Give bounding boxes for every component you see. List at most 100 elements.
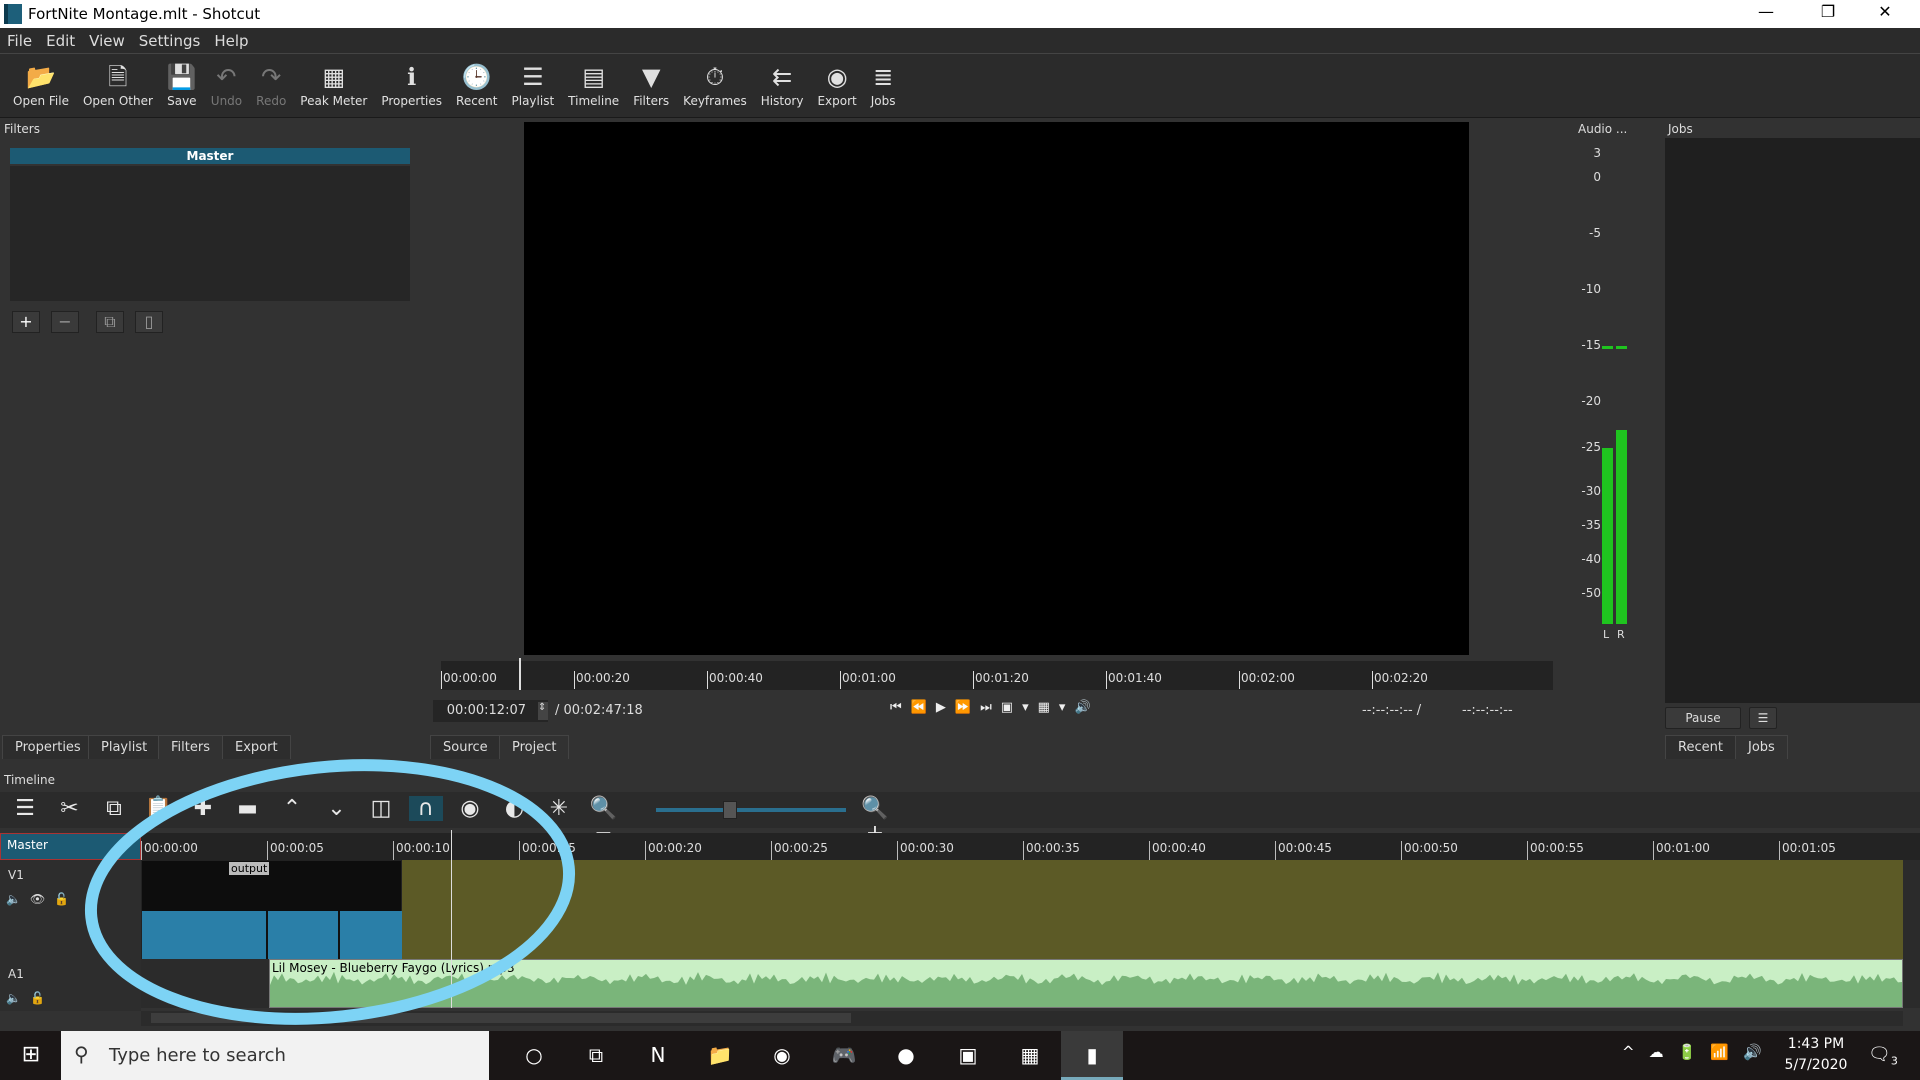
toolbar-history-button[interactable]: ⇇ History — [754, 54, 811, 117]
timeline-tool-0[interactable]: ☰ — [8, 796, 42, 821]
menu-file[interactable]: File — [0, 28, 39, 54]
taskbar-app-3[interactable]: 📁 — [689, 1031, 751, 1080]
tray-icon-3[interactable]: 📶 — [1710, 1043, 1729, 1061]
filters-list[interactable] — [10, 166, 410, 301]
timeline-ruler[interactable]: 00:00:00 00:00:05 00:00:10 00:00:15 00:00:20… — [141, 833, 1920, 860]
taskbar-app-7[interactable]: ▣ — [937, 1031, 999, 1080]
toolbar-properties-button[interactable]: ℹ Properties — [374, 54, 449, 117]
toolbar-redo-button[interactable]: ↷ Redo — [249, 54, 293, 117]
toolbar-save-button[interactable]: 💾 Save — [160, 54, 204, 117]
taskbar-app-1[interactable]: ⧉ — [565, 1031, 627, 1080]
menu-help[interactable]: Help — [207, 28, 255, 54]
close-button[interactable]: ✕ — [1862, 2, 1908, 26]
taskbar-app-8[interactable]: ▦ — [999, 1031, 1061, 1080]
transport-control-7[interactable]: ▦ — [1038, 700, 1050, 715]
timeline-tool-1[interactable]: ✂ — [53, 796, 87, 821]
add-filter-button[interactable]: + — [12, 311, 40, 333]
transport-control-8[interactable]: ▾ — [1059, 700, 1066, 715]
pause-jobs-button[interactable]: Pause — [1665, 707, 1741, 729]
transport-control-9[interactable]: 🔊 — [1074, 700, 1090, 715]
remove-filter-button[interactable]: − — [51, 311, 79, 333]
player-scrubber[interactable]: 00:00:00 00:00:20 00:00:40 00:01:00 00:01:20… — [441, 661, 1553, 690]
menu-edit[interactable]: Edit — [39, 28, 82, 54]
timeline-tool-11[interactable]: ◐ — [498, 796, 532, 821]
track-a1[interactable]: Lil Mosey - Blueberry Faygo (Lyrics).mp3 — [141, 959, 1903, 1008]
clock-date[interactable]: 5/7/2020 — [1782, 1057, 1850, 1073]
transport-control-6[interactable]: ▾ — [1022, 700, 1029, 715]
tray-icon-1[interactable]: ☁ — [1649, 1043, 1664, 1061]
video-clip[interactable]: output — [141, 860, 402, 959]
timeline-tool-10[interactable]: ◉ — [453, 796, 487, 821]
timeline-tool-3[interactable]: 📋 — [142, 796, 176, 821]
timeline-master-track[interactable]: Master — [0, 833, 141, 860]
tab-filters[interactable]: Filters — [158, 735, 223, 759]
tab-jobs[interactable]: Jobs — [1735, 735, 1788, 759]
timeline-tool-6[interactable]: ⌃ — [275, 796, 309, 821]
toolbar-undo-button[interactable]: ↶ Undo — [204, 54, 249, 117]
transport-control-3[interactable]: ⏩ — [955, 700, 971, 715]
transport-control-1[interactable]: ⏪ — [911, 700, 927, 715]
timeline-tool-5[interactable]: ▬ — [231, 796, 265, 821]
tab-project[interactable]: Project — [499, 735, 570, 759]
minimize-button[interactable]: — — [1743, 2, 1789, 26]
timeline-tool-12[interactable]: ✳ — [542, 796, 576, 821]
toolbar-peak-meter-button[interactable]: ▦ Peak Meter — [293, 54, 374, 117]
jobs-list[interactable] — [1665, 138, 1920, 703]
paste-filter-button[interactable]: ▯ — [135, 311, 163, 333]
taskbar-app-5[interactable]: 🎮 — [813, 1031, 875, 1080]
menu-settings[interactable]: Settings — [132, 28, 208, 54]
zoom-slider-handle[interactable] — [722, 801, 737, 819]
tab-source[interactable]: Source — [430, 735, 501, 759]
lock-icon[interactable]: 🔓 — [30, 991, 45, 1005]
restore-button[interactable]: ❐ — [1805, 2, 1851, 26]
menu-view[interactable]: View — [82, 28, 132, 54]
timeline-playhead[interactable] — [451, 830, 452, 1008]
tab-properties[interactable]: Properties — [2, 735, 94, 759]
toolbar-recent-button[interactable]: 🕒 Recent — [449, 54, 504, 117]
tab-playlist[interactable]: Playlist — [88, 735, 161, 759]
taskbar-app-0[interactable]: ○ — [503, 1031, 565, 1080]
jobs-menu-button[interactable]: ☰ — [1749, 707, 1777, 729]
taskbar-app-6[interactable]: ● — [875, 1031, 937, 1080]
timeline-tool-8[interactable]: ◫ — [364, 796, 398, 821]
timeline-horizontal-scrollbar[interactable] — [141, 1011, 1903, 1026]
toolbar-playlist-button[interactable]: ☰ Playlist — [505, 54, 562, 117]
toolbar-timeline-button[interactable]: ▤ Timeline — [561, 54, 626, 117]
tray-icon-4[interactable]: 🔊 — [1743, 1043, 1762, 1061]
toolbar-open-file-button[interactable]: 📂 Open File — [6, 54, 76, 117]
track-v1[interactable]: output — [141, 860, 1903, 959]
toolbar-jobs-button[interactable]: ≣ Jobs — [864, 54, 903, 117]
toolbar-open-other-button[interactable]: 🗎 Open Other — [76, 54, 160, 117]
clock-time[interactable]: 1:43 PM — [1786, 1036, 1846, 1052]
tab-recent[interactable]: Recent — [1665, 735, 1736, 759]
tab-export[interactable]: Export — [222, 735, 291, 759]
timeline-tool-4[interactable]: ✚ — [186, 796, 220, 821]
transport-control-0[interactable]: ⏮ — [890, 700, 902, 715]
audio-clip[interactable]: Lil Mosey - Blueberry Faygo (Lyrics).mp3 — [269, 959, 1903, 1008]
copy-filter-button[interactable]: ⧉ — [96, 311, 124, 333]
video-preview[interactable] — [524, 122, 1469, 655]
timeline-tool-9[interactable]: ∩ — [408, 796, 443, 821]
timecode-field[interactable]: 00:00:12:07 — [433, 700, 548, 722]
mute-icon[interactable]: 🔈 — [6, 991, 21, 1005]
timeline-tool-2[interactable]: ⧉ — [97, 796, 131, 821]
timecode-spinner[interactable]: ⇕ — [538, 702, 548, 720]
player-playhead[interactable] — [519, 658, 521, 690]
tray-icon-0[interactable]: ^ — [1622, 1043, 1635, 1061]
transport-control-4[interactable]: ⏭ — [980, 700, 992, 715]
toolbar-filters-button[interactable]: ▼ Filters — [626, 54, 676, 117]
lock-icon[interactable]: 🔓 — [54, 892, 69, 906]
taskbar-app-9[interactable]: ▮ — [1061, 1031, 1123, 1080]
timeline-zoom-slider[interactable] — [656, 808, 846, 812]
notifications-icon[interactable]: 🗨3 — [1868, 1044, 1898, 1068]
transport-control-2[interactable]: ▶ — [936, 700, 946, 715]
transport-control-5[interactable]: ▣ — [1001, 700, 1013, 715]
toolbar-export-button[interactable]: ◉ Export — [810, 54, 863, 117]
taskbar-app-2[interactable]: N — [627, 1031, 689, 1080]
timeline-tool-7[interactable]: ⌄ — [320, 796, 354, 821]
timeline-vertical-scrollbar[interactable] — [1903, 860, 1920, 1008]
toolbar-keyframes-button[interactable]: ⏱ Keyframes — [676, 54, 754, 117]
tray-icon-2[interactable]: 🔋 — [1678, 1043, 1697, 1061]
taskbar-search-box[interactable]: Type here to search — [61, 1031, 489, 1080]
mute-icon[interactable]: 🔈 — [6, 892, 21, 906]
